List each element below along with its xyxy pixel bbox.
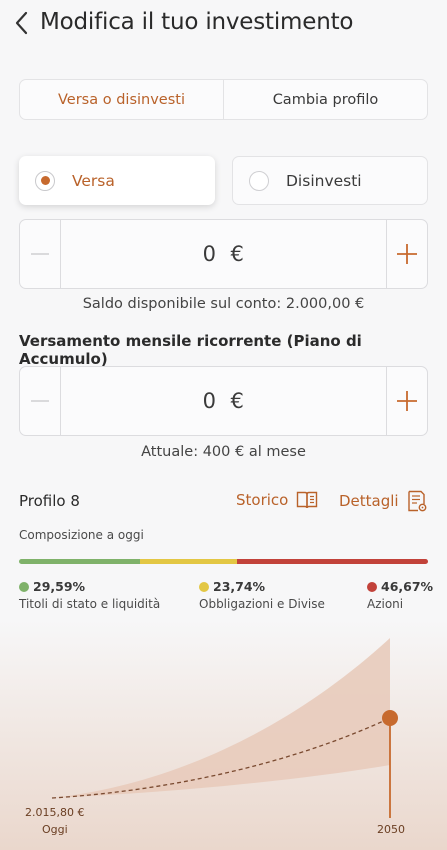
- increase-amount-button[interactable]: [386, 220, 427, 288]
- allocation-segment-government: [19, 559, 141, 564]
- legend-government: 29,59% Titoli di stato e liquidità: [19, 579, 160, 611]
- option-versa[interactable]: Versa: [19, 156, 215, 205]
- radio-unselected-icon: [249, 170, 269, 191]
- amount-stepper: 0 €: [19, 219, 428, 289]
- recurring-current: Attuale: 400 € al mese: [141, 444, 306, 460]
- start-label: Oggi: [42, 823, 68, 836]
- option-disinvesti-label: Disinvesti: [286, 171, 362, 190]
- end-label: 2050: [377, 823, 405, 836]
- minus-icon: [31, 400, 49, 402]
- legend-label: Azioni: [367, 597, 404, 611]
- legend-bonds: 23,74% Obbligazioni e Divise: [199, 579, 325, 611]
- segmented-tabs: Versa o disinvesti Cambia profilo: [19, 79, 428, 120]
- composition-label: Composizione a oggi: [19, 528, 144, 542]
- legend-percent: 23,74%: [213, 579, 266, 594]
- recurring-input[interactable]: 0 €: [61, 367, 386, 435]
- tab-versa-o-disinvesti[interactable]: Versa o disinvesti: [20, 80, 223, 119]
- chevron-left-icon: [15, 11, 28, 35]
- available-balance: Saldo disponibile sul conto: 2.000,00 €: [82, 296, 365, 312]
- start-value: 2.015,80 €: [25, 806, 84, 819]
- legend-label: Obbligazioni e Divise: [199, 597, 325, 611]
- document-settings-icon: [407, 490, 426, 512]
- recurring-currency: €: [230, 389, 245, 413]
- legend-percent: 46,67%: [381, 579, 434, 594]
- back-button[interactable]: [12, 10, 34, 36]
- recurring-title: Versamento mensile ricorrente (Piano di …: [19, 332, 362, 368]
- amount-value: 0: [202, 242, 217, 266]
- projection-chart: 2.015,80 € Oggi 2050: [0, 620, 447, 850]
- amount-input[interactable]: 0 €: [61, 220, 386, 288]
- legend-dot-red: [367, 581, 377, 592]
- recurring-value: 0: [202, 389, 217, 413]
- decrease-recurring-button[interactable]: [20, 367, 61, 435]
- end-marker-dot: [382, 710, 398, 726]
- profile-name: Profilo 8: [19, 492, 80, 510]
- decrease-amount-button[interactable]: [20, 220, 61, 288]
- plus-icon: [397, 244, 417, 264]
- allocation-bar: [19, 559, 428, 564]
- option-disinvesti[interactable]: Disinvesti: [232, 156, 428, 205]
- tab-cambia-profilo[interactable]: Cambia profilo: [223, 80, 427, 119]
- legend-label: Titoli di stato e liquidità: [19, 597, 161, 611]
- details-label: Dettagli: [339, 492, 399, 510]
- details-link[interactable]: Dettagli: [339, 490, 427, 512]
- option-versa-label: Versa: [72, 171, 115, 190]
- history-label: Storico: [236, 491, 289, 509]
- header: Modifica il tuo investimento: [0, 0, 447, 52]
- increase-recurring-button[interactable]: [386, 367, 427, 435]
- book-icon: [297, 491, 318, 509]
- recurring-stepper: 0 €: [19, 366, 428, 436]
- plus-icon: [397, 391, 417, 411]
- allocation-segment-bonds: [140, 559, 238, 564]
- legend-dot-yellow: [199, 581, 209, 592]
- allocation-segment-equities: [237, 559, 428, 564]
- page-title: Modifica il tuo investimento: [40, 9, 354, 35]
- legend-percent: 29,59%: [33, 579, 86, 594]
- legend-equities: 46,67% Azioni: [367, 579, 433, 611]
- amount-currency: €: [230, 242, 245, 266]
- minus-icon: [31, 253, 49, 255]
- history-link[interactable]: Storico: [236, 490, 318, 510]
- radio-selected-icon: [35, 170, 55, 191]
- legend-dot-green: [19, 581, 29, 592]
